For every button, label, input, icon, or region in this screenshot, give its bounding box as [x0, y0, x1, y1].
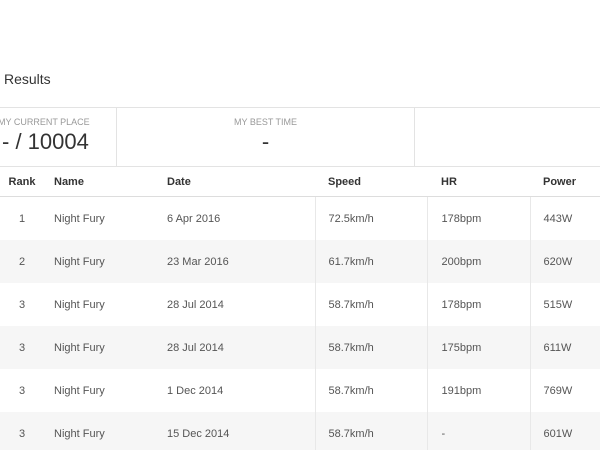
rank-cell: 3: [18, 298, 26, 311]
power-cell: 601W: [529, 412, 600, 450]
hr-cell: 178bpm: [426, 196, 530, 240]
column-header-rank[interactable]: Rank: [0, 167, 44, 197]
column-header-hr[interactable]: HR: [427, 167, 530, 197]
results-page: Results MY CURRENT PLACE - / 10004 MY BE…: [0, 0, 600, 450]
current-place-panel: MY CURRENT PLACE - / 10004: [0, 108, 117, 166]
table-row: 3 Night Fury 28 Jul 2014 58.7km/h 178bpm…: [0, 283, 600, 326]
rank-cell: 3: [18, 384, 26, 397]
table-row: 3 Night Fury 1 Dec 2014 58.7km/h 191bpm …: [0, 369, 600, 412]
column-header-speed[interactable]: Speed: [315, 167, 427, 197]
name-cell: Night Fury: [44, 326, 154, 369]
column-header-power[interactable]: Power: [530, 167, 600, 197]
name-cell: Night Fury: [54, 298, 105, 311]
name-cell: Night Fury: [54, 212, 105, 225]
speed-cell: 72.5km/h: [314, 196, 427, 240]
power-cell: 515W: [529, 283, 600, 326]
power-cell: 611W: [529, 326, 600, 369]
date-link[interactable]: 28 Jul 2014: [154, 283, 315, 326]
name-cell: Night Fury: [44, 412, 154, 450]
date-link[interactable]: 6 Apr 2016: [154, 197, 315, 241]
current-place-value: - / 10004: [2, 129, 89, 154]
speed-cell: 58.7km/h: [314, 412, 427, 450]
results-table: Rank Name Date Speed HR Power 1 Night Fu…: [0, 167, 600, 450]
stats-bar: MY CURRENT PLACE - / 10004 MY BEST TIME …: [0, 107, 600, 167]
speed-cell: 58.7km/h: [314, 283, 427, 326]
name-cell: Night Fury: [44, 240, 154, 283]
table-row: 3 Night Fury 15 Dec 2014 58.7km/h - 601W: [0, 412, 600, 450]
page-title: Results: [4, 71, 51, 87]
hr-cell: 178bpm: [426, 283, 530, 326]
name-cell: Night Fury: [54, 384, 105, 397]
date-link[interactable]: 28 Jul 2014: [154, 326, 315, 369]
rank-cell: 3: [0, 326, 44, 369]
best-time-panel: MY BEST TIME -: [117, 108, 415, 166]
table-header-row: Rank Name Date Speed HR Power: [0, 167, 600, 197]
empty-stat-panel: [415, 108, 600, 166]
speed-cell: 61.7km/h: [314, 240, 427, 283]
power-cell: 443W: [529, 196, 600, 240]
power-cell: 620W: [529, 240, 600, 283]
column-header-date[interactable]: Date: [154, 167, 315, 197]
rank-cell: 1: [18, 212, 26, 225]
power-cell: 769W: [529, 369, 600, 412]
best-time-label: MY BEST TIME: [233, 117, 298, 127]
date-link[interactable]: 23 Mar 2016: [154, 240, 315, 283]
hr-cell: 175bpm: [426, 326, 530, 369]
rank-cell: 2: [0, 240, 44, 283]
table-row: 1 Night Fury 6 Apr 2016 72.5km/h 178bpm …: [0, 196, 600, 241]
date-link[interactable]: 1 Dec 2014: [154, 369, 315, 412]
table-row: 3 Night Fury 28 Jul 2014 58.7km/h 175bpm…: [0, 326, 600, 369]
speed-cell: 58.7km/h: [314, 369, 427, 412]
table-row: 2 Night Fury 23 Mar 2016 61.7km/h 200bpm…: [0, 240, 600, 283]
speed-cell: 58.7km/h: [314, 326, 427, 369]
rank-cell: 3: [0, 412, 44, 450]
hr-cell: 191bpm: [426, 369, 530, 412]
hr-cell: 200bpm: [426, 240, 530, 283]
date-link[interactable]: 15 Dec 2014: [154, 412, 315, 450]
current-place-label: MY CURRENT PLACE: [0, 117, 90, 127]
best-time-value: -: [261, 129, 270, 154]
column-header-name[interactable]: Name: [44, 167, 154, 197]
hr-cell: -: [426, 412, 530, 450]
